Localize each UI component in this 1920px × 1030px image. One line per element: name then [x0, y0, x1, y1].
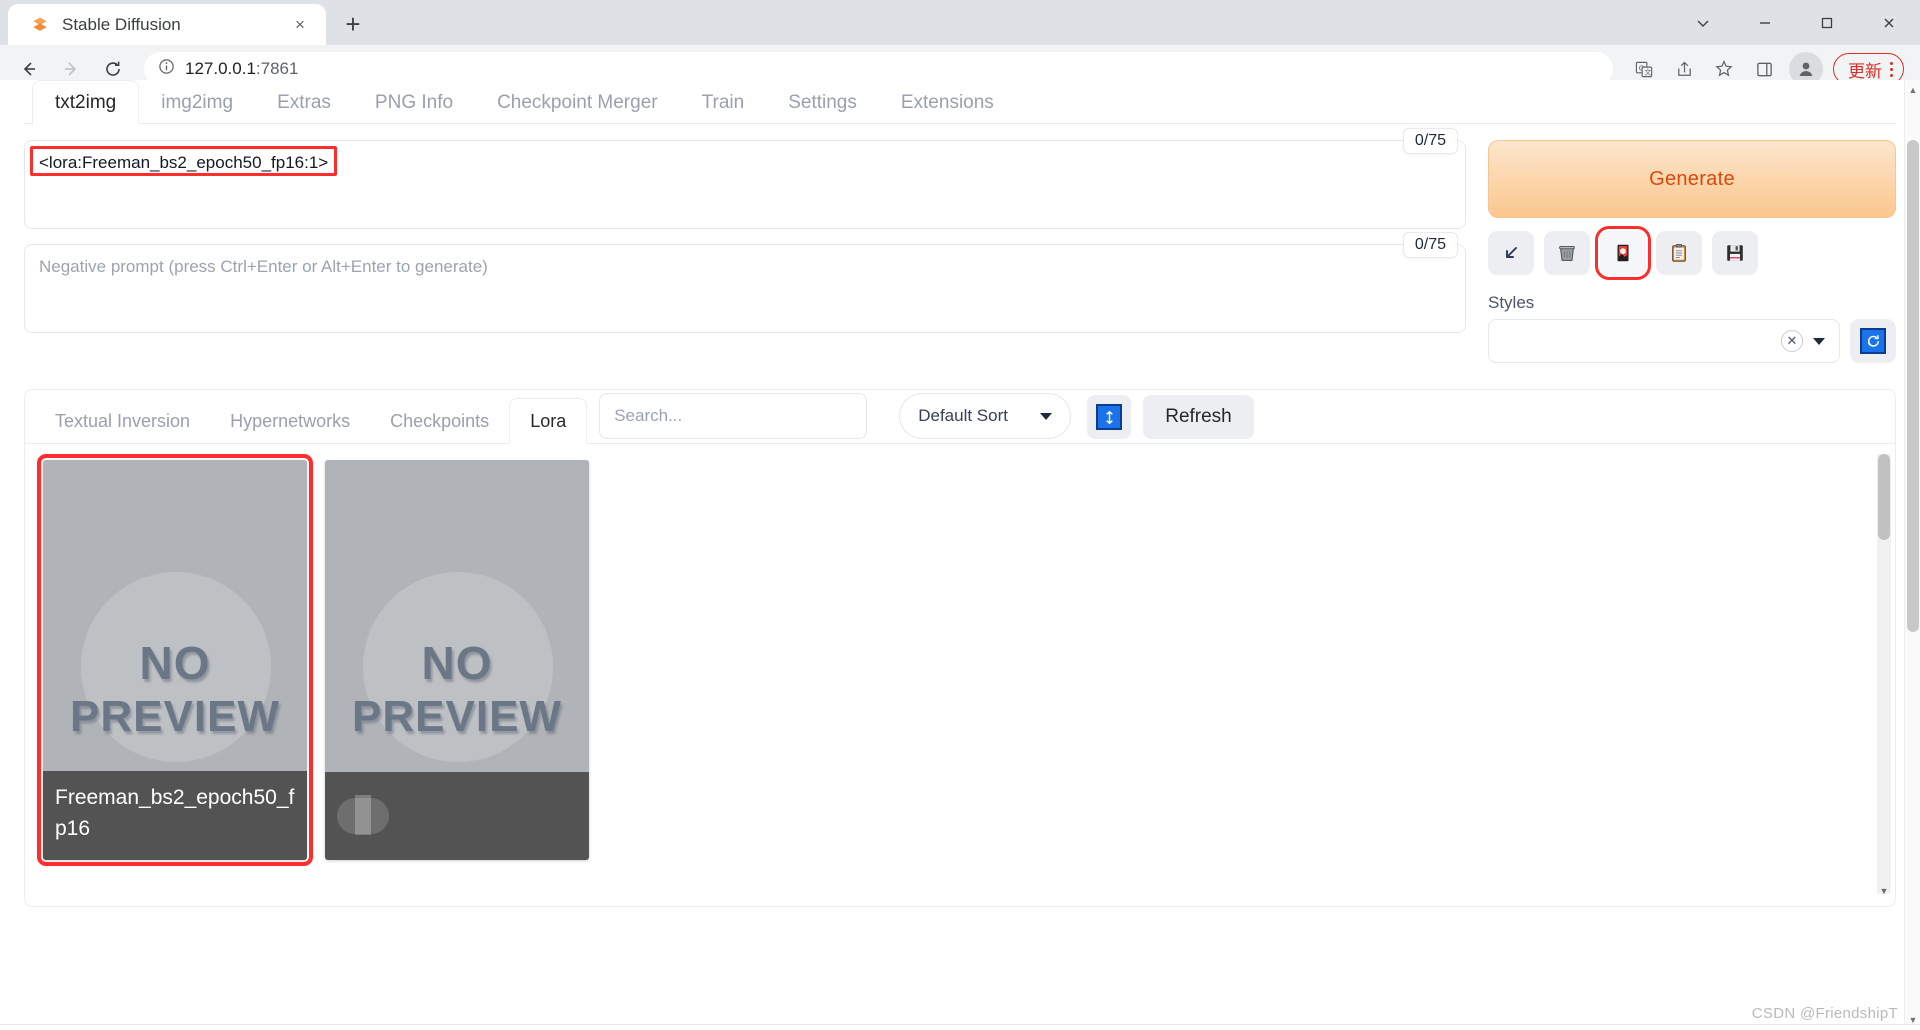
save-style-icon[interactable]: [1712, 231, 1758, 275]
close-icon[interactable]: ×: [288, 13, 312, 37]
page-scrollbar[interactable]: ▲ ▼: [1904, 80, 1920, 1030]
chevron-down-icon[interactable]: [1813, 337, 1825, 345]
prompt-column: 0/75 <lora:Freeman_bs2_epoch50_fp16:1> 0…: [24, 128, 1466, 363]
refresh-styles-icon: [1860, 328, 1886, 354]
new-tab-button[interactable]: +: [336, 7, 370, 41]
lora-card-list: NO PREVIEW Freeman_bs2_epoch50_fp16 NO P…: [37, 454, 1877, 866]
browser-window: Stable Diffusion × + 127.0.0.1:7861 文 更新…: [0, 0, 1920, 1030]
window-close-icon[interactable]: [1858, 0, 1920, 45]
no-preview-line2: PREVIEW: [70, 692, 280, 741]
watermark: CSDN @FriendshipT: [1751, 1005, 1898, 1022]
negative-prompt-token-counter: 0/75: [1402, 232, 1458, 258]
tab-checkpoint-merger[interactable]: Checkpoint Merger: [475, 93, 680, 123]
sort-dropdown[interactable]: Default Sort: [899, 393, 1072, 439]
kebab-menu-icon[interactable]: [1886, 61, 1897, 77]
page-scrollbar-thumb[interactable]: [1907, 140, 1919, 632]
chevron-down-icon: [1040, 412, 1053, 420]
generate-button[interactable]: Generate: [1488, 140, 1896, 218]
trash-icon[interactable]: [1544, 231, 1590, 275]
browser-tab[interactable]: Stable Diffusion ×: [8, 4, 326, 45]
prompt-action-buttons: [1488, 226, 1896, 280]
clipboard-icon[interactable]: [1656, 231, 1702, 275]
sort-direction-button[interactable]: [1087, 395, 1132, 439]
sort-value: Default Sort: [918, 406, 1008, 425]
show-extra-networks-icon[interactable]: [1595, 226, 1651, 280]
en-tab-lora[interactable]: Lora: [509, 398, 588, 444]
extra-networks-tab-bar: Textual Inversion Hypernetworks Checkpoi…: [25, 390, 1895, 444]
generate-column: Generate Styles ✕: [1488, 140, 1896, 363]
browser-tab-strip: Stable Diffusion × +: [0, 0, 1920, 45]
update-label: 更新: [1848, 61, 1882, 81]
no-preview-line1: NO: [139, 637, 211, 689]
refresh-button[interactable]: Refresh: [1143, 395, 1254, 439]
styles-label: Styles: [1488, 293, 1535, 312]
styles-dropdown[interactable]: ✕: [1488, 319, 1840, 363]
page-bottom-strip: [0, 1024, 1920, 1030]
page-scroll-up-icon[interactable]: ▲: [1905, 82, 1920, 98]
main-tab-bar: txt2img img2img Extras PNG Info Checkpoi…: [24, 80, 1896, 124]
lora-card-name: Freeman_bs2_epoch50_fp16: [43, 771, 307, 860]
en-tab-hypernetworks[interactable]: Hypernetworks: [210, 412, 370, 443]
search-input[interactable]: [599, 393, 868, 439]
tab-settings[interactable]: Settings: [766, 93, 879, 123]
web-page: txt2img img2img Extras PNG Info Checkpoi…: [0, 80, 1920, 1030]
scrollbar-thumb[interactable]: [1878, 454, 1890, 540]
placeholder-thumb-icon: [337, 795, 389, 835]
en-tab-checkpoints[interactable]: Checkpoints: [370, 412, 509, 443]
extra-networks-panel: Textual Inversion Hypernetworks Checkpoi…: [24, 389, 1896, 907]
lora-cards-area: NO PREVIEW Freeman_bs2_epoch50_fp16 NO P…: [25, 444, 1895, 906]
en-tab-textual-inversion[interactable]: Textual Inversion: [35, 412, 210, 443]
no-preview-line1: NO: [421, 637, 493, 689]
site-info-icon[interactable]: [158, 58, 175, 80]
sort-direction-icon: [1096, 404, 1123, 430]
prompt-area: 0/75 <lora:Freeman_bs2_epoch50_fp16:1>: [24, 128, 1466, 234]
negative-prompt-area: 0/75: [24, 232, 1466, 338]
stable-diffusion-logo-icon: [30, 15, 50, 35]
svg-text:文: 文: [1644, 67, 1651, 76]
clear-styles-icon[interactable]: ✕: [1781, 330, 1803, 352]
cards-scrollbar[interactable]: ▲ ▼: [1877, 452, 1891, 896]
interrupt-arrow-icon[interactable]: [1488, 231, 1534, 275]
tab-extensions[interactable]: Extensions: [879, 93, 1016, 123]
maximize-icon[interactable]: [1796, 0, 1858, 45]
minimize-icon[interactable]: [1734, 0, 1796, 45]
tab-train[interactable]: Train: [680, 93, 767, 123]
lora-card[interactable]: NO PREVIEW Freeman_bs2_epoch50_fp16: [37, 454, 313, 866]
chevron-down-icon[interactable]: [1672, 0, 1734, 45]
tab-png-info[interactable]: PNG Info: [353, 93, 475, 123]
tab-extras[interactable]: Extras: [255, 93, 353, 123]
window-controls: [1672, 0, 1920, 45]
refresh-styles-button[interactable]: [1850, 319, 1896, 363]
scroll-down-icon[interactable]: ▼: [1877, 884, 1891, 898]
tab-txt2img[interactable]: txt2img: [32, 80, 140, 124]
prompt-and-generate-row: 0/75 <lora:Freeman_bs2_epoch50_fp16:1> 0…: [24, 128, 1896, 363]
url-text: 127.0.0.1:7861: [185, 59, 299, 78]
negative-prompt-input[interactable]: [24, 244, 1466, 333]
browser-tab-title: Stable Diffusion: [62, 14, 181, 34]
lora-card[interactable]: NO PREVIEW: [325, 460, 589, 860]
prompt-token-counter: 0/75: [1402, 128, 1458, 154]
prompt-input[interactable]: [24, 140, 1466, 229]
styles-row: ✕: [1488, 319, 1896, 363]
tab-img2img[interactable]: img2img: [139, 93, 255, 123]
lora-card-name: [325, 772, 589, 860]
no-preview-line2: PREVIEW: [352, 692, 562, 741]
